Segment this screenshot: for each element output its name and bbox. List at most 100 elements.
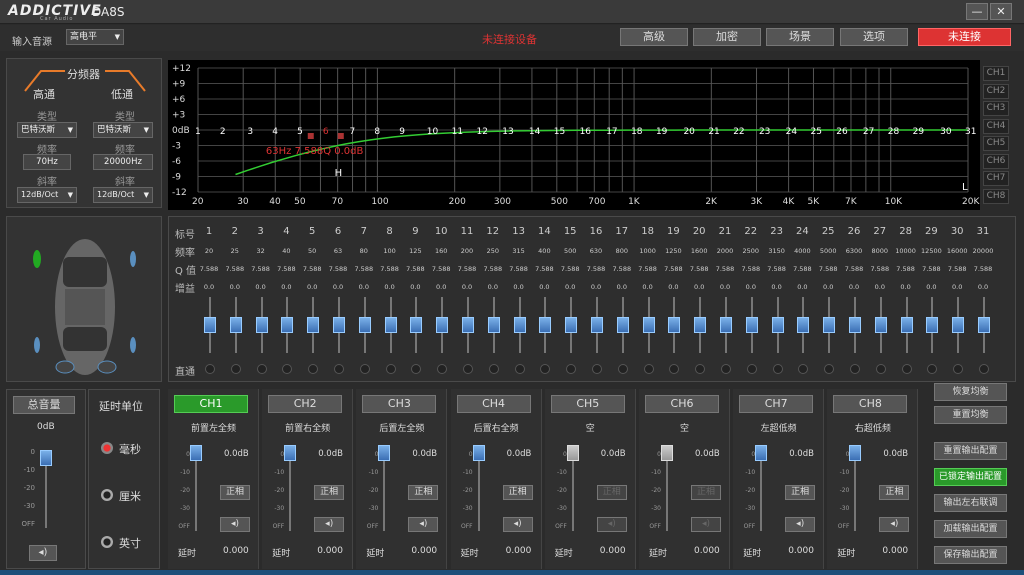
band-marker[interactable]: 8 <box>374 127 380 137</box>
channel-volume-track[interactable] <box>571 451 574 531</box>
graph-ch-tab[interactable]: CH4 <box>983 118 1009 134</box>
band-marker[interactable]: 6 <box>323 127 329 137</box>
band-gain-knob[interactable] <box>307 317 320 333</box>
delay-value[interactable]: 0.000 <box>411 546 437 556</box>
channel-volume-track[interactable] <box>666 451 668 531</box>
band-marker[interactable]: 3 <box>247 127 253 137</box>
delay-unit-radio[interactable] <box>101 489 113 501</box>
channel-select-button[interactable]: CH2 <box>268 395 343 413</box>
hp-slope-select[interactable]: 12dB/Oct ▼ <box>17 187 77 203</box>
connect-button[interactable]: 未连接 <box>918 28 1011 46</box>
graph-ch-tab[interactable]: CH5 <box>983 136 1009 151</box>
channel-select-button[interactable]: CH8 <box>833 395 908 413</box>
delay-value[interactable]: 0.000 <box>223 546 249 556</box>
channel-volume-track[interactable] <box>195 451 197 531</box>
reset-eq-button[interactable]: 重置均衡 <box>934 406 1007 424</box>
band-marker[interactable]: 24 <box>786 127 798 137</box>
channel-volume-knob[interactable] <box>284 445 297 461</box>
graph-ch-tab[interactable]: CH7 <box>983 171 1009 186</box>
band-gain-knob[interactable] <box>694 317 707 333</box>
band-marker[interactable]: 1 <box>195 127 201 137</box>
band-gain-knob[interactable] <box>745 317 758 333</box>
band-gain-knob[interactable] <box>539 317 552 333</box>
band-gain-knob[interactable] <box>616 317 629 333</box>
close-button[interactable]: ✕ <box>990 3 1012 20</box>
band-bypass-toggle[interactable] <box>592 364 602 374</box>
band-marker[interactable]: 28 <box>888 127 900 137</box>
band-bypass-toggle[interactable] <box>359 364 370 374</box>
restore-eq-button[interactable]: 恢复均衡 <box>934 383 1007 401</box>
band-gain-knob[interactable] <box>720 317 732 333</box>
band-bypass-toggle[interactable] <box>463 364 473 374</box>
band-gain-knob[interactable] <box>900 317 913 333</box>
delay-value[interactable]: 0.000 <box>506 546 532 556</box>
phase-button[interactable]: 正相 <box>691 485 721 500</box>
encrypt-button[interactable]: 加密 <box>693 28 761 46</box>
band-gain-knob[interactable] <box>333 317 345 333</box>
channel-volume-knob[interactable] <box>190 445 202 461</box>
master-volume-button[interactable]: 总音量 <box>13 396 75 414</box>
band-gain-knob[interactable] <box>591 317 603 333</box>
phase-button[interactable]: 正相 <box>502 485 533 500</box>
output-config-button[interactable]: 输出左右联调 <box>934 494 1007 512</box>
delay-value[interactable]: 0.000 <box>694 546 720 556</box>
lp-slope-select[interactable]: 12dB/Oct ▼ <box>93 187 153 203</box>
master-volume-knob[interactable] <box>40 450 52 466</box>
graph-ch-tab[interactable]: CH3 <box>983 101 1009 116</box>
phase-button[interactable]: 正相 <box>596 485 627 500</box>
advanced-button[interactable]: 高级 <box>620 28 688 46</box>
output-config-button[interactable]: 加载输出配置 <box>934 520 1007 538</box>
band-marker[interactable]: 22 <box>733 127 744 137</box>
band-gain-knob[interactable] <box>462 317 474 333</box>
delay-value[interactable]: 0.000 <box>882 546 908 556</box>
channel-select-button[interactable]: CH1 <box>174 395 248 413</box>
band-bypass-toggle[interactable] <box>256 364 267 374</box>
band-bypass-toggle[interactable] <box>205 364 215 374</box>
channel-volume-knob[interactable] <box>472 445 485 461</box>
delay-value[interactable]: 0.000 <box>317 546 343 556</box>
band-marker[interactable]: 13 <box>502 127 513 137</box>
scene-button[interactable]: 场景 <box>766 28 834 46</box>
channel-select-button[interactable]: CH5 <box>550 395 625 413</box>
graph-ch-tab[interactable]: CH6 <box>983 153 1009 169</box>
band-marker[interactable]: 5 <box>297 127 303 137</box>
channel-volume-knob[interactable] <box>378 445 391 461</box>
phase-button[interactable]: 正相 <box>785 485 816 500</box>
lp-freq-input[interactable]: 20000Hz <box>93 154 153 170</box>
channel-select-button[interactable]: CH6 <box>645 395 719 413</box>
channel-volume-track[interactable] <box>289 451 292 531</box>
band-marker[interactable]: 7 <box>350 127 356 137</box>
band-marker[interactable]: 16 <box>580 127 592 137</box>
speaker-mute-icon[interactable]: ◂) <box>502 517 533 532</box>
band-gain-knob[interactable] <box>926 317 939 333</box>
band-bypass-toggle[interactable] <box>488 364 499 374</box>
speaker-mute-icon[interactable]: ◂) <box>29 545 57 561</box>
band-bypass-toggle[interactable] <box>746 364 757 374</box>
q-handle-left[interactable] <box>307 133 314 139</box>
band-marker[interactable]: 29 <box>913 127 925 137</box>
band-marker[interactable]: 19 <box>656 127 668 137</box>
band-bypass-toggle[interactable] <box>901 364 912 374</box>
band-marker[interactable]: 15 <box>554 127 565 137</box>
band-marker[interactable]: 23 <box>759 127 770 137</box>
band-gain-knob[interactable] <box>849 317 861 333</box>
q-handle-right[interactable] <box>337 133 344 139</box>
band-gain-knob[interactable] <box>204 317 216 333</box>
eq-response-graph[interactable]: +12 +9 +6 +3 0dB -3 -6 -9 -12 20 30 40 50 70 100 200 300… <box>168 60 980 210</box>
band-marker[interactable]: 4 <box>272 127 278 137</box>
band-gain-knob[interactable] <box>384 317 397 333</box>
band-bypass-toggle[interactable] <box>850 364 860 374</box>
graph-ch-tab[interactable]: CH2 <box>983 83 1009 99</box>
band-bypass-toggle[interactable] <box>334 364 344 374</box>
speaker-mute-icon[interactable]: ◂) <box>691 517 721 532</box>
channel-volume-knob[interactable] <box>661 445 673 461</box>
hp-type-select[interactable]: 巴特沃斯 ▼ <box>17 122 77 138</box>
band-marker[interactable]: 14 <box>529 127 541 137</box>
band-gain-knob[interactable] <box>978 317 990 333</box>
band-marker[interactable]: 27 <box>863 127 874 137</box>
band-bypass-toggle[interactable] <box>979 364 989 374</box>
band-gain-knob[interactable] <box>410 317 423 333</box>
phase-button[interactable]: 正相 <box>314 485 345 500</box>
channel-volume-knob[interactable] <box>755 445 768 461</box>
band-marker[interactable]: 31 <box>965 127 976 137</box>
